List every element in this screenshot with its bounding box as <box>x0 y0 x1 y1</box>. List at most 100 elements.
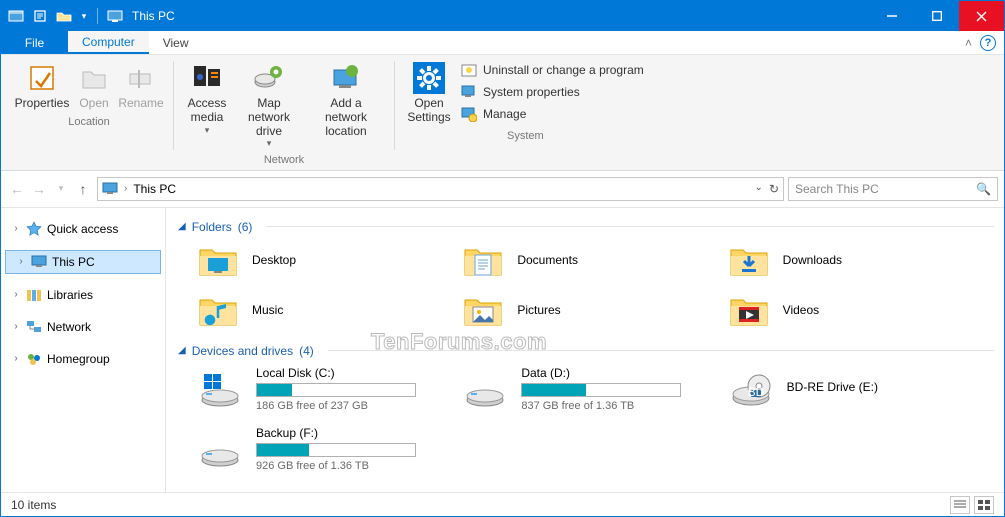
network-icon <box>26 319 42 335</box>
tree-this-pc[interactable]: › This PC <box>5 250 161 274</box>
computer-tab[interactable]: Computer <box>68 31 149 54</box>
folder-item-desktop[interactable]: Desktop <box>198 242 463 278</box>
drive-label: Backup (F:) <box>256 426 463 443</box>
properties-label: Properties <box>15 97 70 111</box>
drive-item[interactable]: Data (D:)837 GB free of 1.36 TB <box>463 366 728 412</box>
drive-label: BD-RE Drive (E:) <box>787 380 994 397</box>
search-placeholder: Search This PC <box>795 182 879 196</box>
file-tab[interactable]: File <box>1 31 68 54</box>
tree-homegroup[interactable]: › Homegroup <box>1 348 165 370</box>
navigation-bar: ← → ▾ ↑ › This PC ⌄ ↻ Search This PC 🔍 <box>1 171 1004 208</box>
system-menu-icon[interactable] <box>5 5 27 27</box>
back-button[interactable]: ← <box>7 179 27 199</box>
folder-item-music[interactable]: Music <box>198 292 463 328</box>
view-tab[interactable]: View <box>149 31 203 54</box>
tree-label: Homegroup <box>47 352 110 366</box>
tree-network[interactable]: › Network <box>1 316 165 338</box>
drive-icon <box>198 430 242 468</box>
expand-icon[interactable]: › <box>11 289 21 300</box>
qat-new-folder-icon[interactable] <box>53 5 75 27</box>
drive-free-text: 186 GB free of 237 GB <box>256 397 463 412</box>
folder-icon <box>729 292 769 328</box>
rename-label: Rename <box>118 97 163 111</box>
tree-libraries[interactable]: › Libraries <box>1 284 165 306</box>
system-properties-icon <box>461 84 477 100</box>
folders-section-header[interactable]: ◢ Folders (6) <box>178 214 994 242</box>
refresh-icon[interactable]: ↻ <box>769 182 779 196</box>
address-bar[interactable]: › This PC ⌄ ↻ <box>97 177 784 201</box>
access-media-button[interactable]: Access media <box>182 59 232 137</box>
collapse-icon[interactable]: ◢ <box>178 345 186 356</box>
drive-icon <box>198 370 242 408</box>
drive-icon <box>463 370 507 408</box>
expand-icon[interactable]: › <box>11 223 21 234</box>
folder-label: Documents <box>517 253 578 267</box>
drive-usage-bar <box>521 383 681 397</box>
drive-usage-bar <box>256 383 416 397</box>
open-button[interactable]: Open <box>73 59 115 113</box>
access-media-label: Access media <box>184 97 230 125</box>
drive-free-text: 926 GB free of 1.36 TB <box>256 457 463 472</box>
folder-item-downloads[interactable]: Downloads <box>729 242 994 278</box>
properties-button[interactable]: Properties <box>13 59 71 113</box>
ribbon-collapse-icon[interactable]: ˄ <box>965 36 972 50</box>
drive-label: Data (D:) <box>521 366 728 383</box>
add-network-location-button[interactable]: Add a network location <box>306 59 386 140</box>
rename-button[interactable]: Rename <box>117 59 165 113</box>
map-network-drive-button[interactable]: Map network drive <box>234 59 304 151</box>
folder-label: Videos <box>783 303 819 317</box>
folder-item-pictures[interactable]: Pictures <box>463 292 728 328</box>
libraries-icon <box>26 287 42 303</box>
address-pc-icon <box>102 182 118 196</box>
manage-button[interactable]: Manage <box>457 105 648 123</box>
maximize-button[interactable] <box>914 1 959 31</box>
content-pane[interactable]: ◢ Folders (6) Desktop Documents Downloads M… <box>166 208 1004 492</box>
uninstall-program-button[interactable]: Uninstall or change a program <box>457 61 648 79</box>
ribbon-tabs: File Computer View ˄ ? <box>1 31 1004 55</box>
forward-button[interactable]: → <box>29 179 49 199</box>
drives-section-header[interactable]: ◢ Devices and drives (4) <box>178 338 994 366</box>
drive-item[interactable]: Local Disk (C:) 186 GB free of 237 GB <box>198 366 463 412</box>
status-text: 10 items <box>11 498 56 512</box>
up-button[interactable]: ↑ <box>73 179 93 199</box>
help-icon[interactable]: ? <box>980 35 996 51</box>
quick-access-icon <box>26 221 42 237</box>
expand-icon[interactable]: › <box>11 321 21 332</box>
address-dropdown-icon[interactable]: ⌄ <box>755 182 763 196</box>
tree-quick-access[interactable]: › Quick access <box>1 218 165 240</box>
folder-icon <box>463 292 503 328</box>
open-settings-button[interactable]: Open Settings <box>403 59 455 127</box>
status-bar: 10 items <box>1 492 1004 516</box>
view-large-icons-button[interactable] <box>974 496 994 514</box>
tree-label: Libraries <box>47 288 93 302</box>
folder-label: Downloads <box>783 253 842 267</box>
folder-item-videos[interactable]: Videos <box>729 292 994 328</box>
sysprops-label: System properties <box>483 85 580 99</box>
breadcrumb[interactable]: This PC <box>133 182 176 196</box>
search-input[interactable]: Search This PC 🔍 <box>788 177 998 201</box>
folder-item-documents[interactable]: Documents <box>463 242 728 278</box>
ribbon-group-network: Access media Map network drive Add a net… <box>176 59 392 170</box>
qat-properties-icon[interactable] <box>29 5 51 27</box>
qat-dropdown-icon[interactable]: ▾ <box>77 5 91 27</box>
expand-icon[interactable]: › <box>11 353 21 364</box>
recent-dropdown-icon[interactable]: ▾ <box>51 179 71 199</box>
search-icon: 🔍 <box>976 182 991 196</box>
navigation-pane: › Quick access › This PC › Libraries › N… <box>1 208 166 492</box>
minimize-button[interactable] <box>869 1 914 31</box>
drive-item[interactable]: BDBD-RE Drive (E:) <box>729 366 994 412</box>
system-properties-button[interactable]: System properties <box>457 83 648 101</box>
location-group-label: Location <box>68 113 110 132</box>
section-title: Devices and drives <box>192 344 293 358</box>
close-button[interactable] <box>959 1 1004 31</box>
view-details-button[interactable] <box>950 496 970 514</box>
folder-icon <box>463 242 503 278</box>
collapse-icon[interactable]: ◢ <box>178 221 186 232</box>
network-group-label: Network <box>264 151 304 170</box>
folder-icon <box>729 242 769 278</box>
breadcrumb-chevron-icon[interactable]: › <box>124 183 127 194</box>
folder-label: Music <box>252 303 283 317</box>
drive-label: Local Disk (C:) <box>256 366 463 383</box>
drive-item[interactable]: Backup (F:) 926 GB free of 1.36 TB <box>198 426 463 472</box>
expand-icon[interactable]: › <box>16 256 26 267</box>
